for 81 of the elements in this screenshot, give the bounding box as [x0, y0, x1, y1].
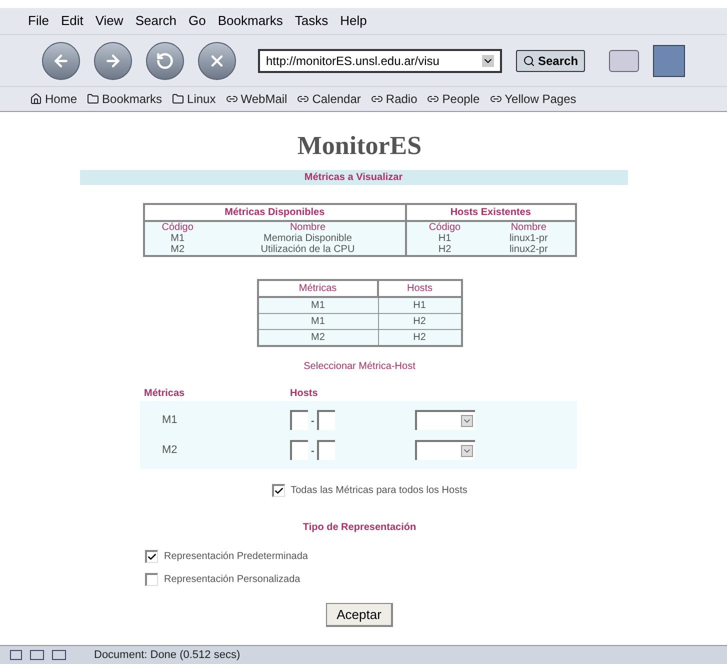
logo-icon — [653, 44, 686, 76]
column-heading: Hosts — [290, 387, 318, 401]
menu-item[interactable]: Tasks — [294, 11, 328, 31]
host-input[interactable] — [317, 410, 336, 430]
table-heading: Hosts — [378, 280, 462, 297]
dropdown-icon[interactable] — [482, 54, 494, 66]
menu-item[interactable]: Bookmarks — [218, 11, 283, 31]
table-cell: M2 — [144, 244, 211, 256]
reload-icon — [156, 52, 174, 70]
column-heading: Nombre — [210, 221, 406, 233]
select-title: Seleccionar Métrica-Host — [304, 360, 416, 374]
menu-item[interactable]: File — [28, 11, 49, 31]
type-title: Tipo de Representación — [302, 521, 416, 535]
link-icon — [490, 93, 502, 105]
table-cell: M1 — [258, 297, 378, 314]
link-icon — [427, 93, 440, 105]
table-cell: M1 — [258, 314, 378, 330]
link-icon — [370, 93, 383, 105]
reload-button[interactable] — [146, 42, 184, 80]
column-heading: Métricas — [143, 387, 186, 401]
link-icon — [226, 93, 238, 105]
url-field[interactable]: http://monitorES.unsl.edu.ar/visu — [258, 48, 502, 72]
bookmark-item[interactable]: Bookmarks — [87, 90, 162, 108]
table-cell: H2 — [406, 244, 483, 256]
section-banner: Métricas a Visualizar — [80, 170, 628, 185]
host-select[interactable] — [415, 440, 476, 460]
table-cell: H1 — [406, 233, 483, 244]
table-cell: Utilización de la CPU — [210, 244, 406, 256]
bookmark-item[interactable]: Radio — [370, 90, 418, 108]
table-cell: linux2-pr — [482, 244, 576, 256]
separator-text: - — [310, 415, 316, 429]
table-cell: M1 — [144, 233, 211, 244]
status-icon — [52, 650, 66, 660]
checkbox[interactable] — [272, 484, 285, 497]
search-icon — [523, 54, 535, 66]
menu-item[interactable]: Help — [340, 11, 367, 31]
bookmark-item[interactable]: WebMail — [226, 90, 288, 108]
stop-button[interactable] — [198, 42, 236, 80]
status-text: Document: Done (0.512 secs) — [94, 648, 240, 663]
table-cell: Memoria Disponible — [210, 233, 406, 244]
checkbox-label: Representación Personalizada — [164, 573, 300, 587]
host-input[interactable] — [290, 440, 308, 460]
dropdown-icon — [461, 445, 474, 457]
column-heading: Nombre — [482, 221, 576, 233]
metric-label: M1 — [161, 412, 178, 428]
search-button[interactable]: Search — [516, 50, 586, 72]
menu-item[interactable]: Edit — [60, 11, 84, 31]
dropdown-icon — [461, 415, 474, 427]
table-heading: Métricas Disponibles — [144, 204, 406, 221]
host-select[interactable] — [415, 410, 476, 430]
checkbox-label: Representación Predeterminada — [164, 550, 308, 564]
column-heading: Código — [144, 221, 211, 233]
checkbox-label: Todas las Métricas para todos los Hosts — [290, 484, 468, 498]
column-heading: Código — [406, 221, 483, 233]
folder-icon — [172, 93, 184, 105]
page-title: MonitorES — [297, 130, 422, 162]
folder-icon — [87, 93, 100, 105]
bookmark-item[interactable]: Calendar — [297, 90, 361, 108]
checkbox[interactable] — [145, 550, 158, 563]
separator-text: - — [310, 445, 316, 459]
accept-button[interactable]: Aceptar — [326, 603, 394, 627]
right-arrow-icon — [104, 52, 122, 70]
forward-button[interactable] — [94, 42, 132, 80]
table-heading: Hosts Existentes — [406, 204, 576, 221]
table-cell: linux1-pr — [482, 233, 576, 244]
table-heading: Métricas — [258, 280, 378, 297]
home-icon — [30, 93, 42, 105]
back-button[interactable] — [42, 42, 80, 80]
bookmark-item[interactable]: Home — [30, 90, 78, 108]
bookmark-item[interactable]: People — [427, 90, 480, 108]
menu-item[interactable]: View — [95, 11, 124, 31]
link-icon — [297, 93, 310, 105]
bookmark-item[interactable]: Linux — [172, 90, 216, 108]
host-input[interactable] — [290, 410, 308, 430]
menu-item[interactable]: Go — [188, 11, 206, 31]
menu-item[interactable]: Search — [135, 11, 177, 31]
bookmark-item[interactable]: Yellow Pages — [490, 90, 576, 108]
status-icon — [10, 650, 22, 660]
checkbox[interactable] — [145, 573, 158, 586]
metric-label: M2 — [161, 442, 178, 458]
host-input[interactable] — [317, 440, 336, 460]
